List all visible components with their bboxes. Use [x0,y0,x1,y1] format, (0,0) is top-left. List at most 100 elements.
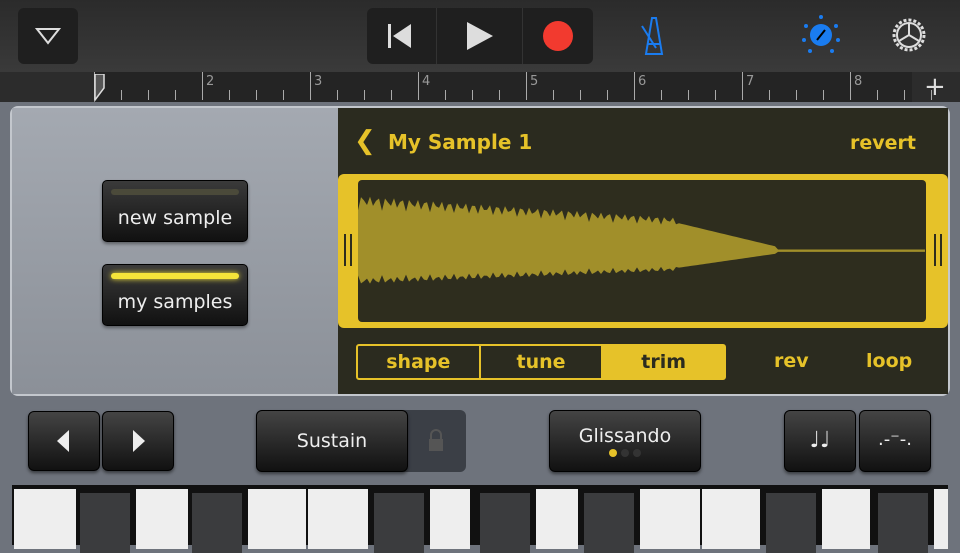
glissando-button[interactable]: Glissando [549,410,701,472]
black-key[interactable] [766,493,816,553]
white-key[interactable] [136,489,188,549]
ruler-tick [283,90,284,100]
my-samples-button[interactable]: my samples [102,264,248,326]
ruler-tick [580,90,581,100]
ruler-tick [310,72,311,100]
black-key[interactable] [192,493,242,553]
playhead-icon[interactable] [92,74,108,102]
white-key[interactable] [702,489,760,549]
sample-menu: new sample my samples [12,108,338,394]
menu-button[interactable] [18,8,78,64]
tab-trim[interactable]: trim [603,346,725,378]
timeline-ruler[interactable]: 2 3 4 5 6 7 8 + [0,72,960,102]
chevron-right-icon [133,430,145,452]
ruler-tick [445,90,446,100]
record-icon [543,21,573,51]
ruler-tick [877,90,878,100]
notes-icon: ♩♩ [809,428,831,453]
note-repeat-button[interactable]: ♩♩ [784,410,856,472]
ruler-tick [229,90,230,100]
ruler-tick [850,72,851,100]
black-key[interactable] [374,493,424,553]
toolbar [0,0,960,72]
tab-tune[interactable]: tune [481,346,604,378]
ruler-tick [607,90,608,100]
measure-number: 4 [422,74,431,89]
measure-number: 2 [206,74,215,89]
edit-mode-tabs: shape tune trim [356,344,726,380]
ruler-tick [769,90,770,100]
reverse-button[interactable]: rev [774,350,809,372]
lock-icon[interactable] [424,428,448,454]
sample-editor: ❮ My Sample 1 revert shape tune trim rev… [338,108,948,394]
measure-number: 8 [854,74,863,89]
arpeggiator-icon: .-⁻-. [878,429,912,450]
ruler-tick [337,90,338,100]
metronome-icon[interactable] [634,14,674,58]
white-key[interactable] [430,489,470,549]
black-key[interactable] [80,493,130,553]
tab-shape[interactable]: shape [358,346,481,378]
waveform-trim-region[interactable] [338,174,948,328]
ruler-tick [688,90,689,100]
gear-icon[interactable] [888,14,930,56]
triangle-down-icon [35,28,61,45]
white-key[interactable] [822,489,870,549]
measure-number: 3 [314,74,323,89]
ruler-tick [742,72,743,100]
ruler-tick [553,90,554,100]
revert-button[interactable]: revert [850,132,916,154]
ruler-tick [391,90,392,100]
new-sample-button[interactable]: new sample [102,180,248,242]
led-indicator [111,189,239,195]
ruler-tick [634,72,635,100]
white-key[interactable] [308,489,368,549]
sampler-panel: new sample my samples ❮ My Sample 1 reve… [10,106,950,396]
glissando-label: Glissando [578,425,672,447]
waveform-display [358,180,926,322]
knob-icon[interactable] [800,14,842,56]
black-key[interactable] [584,493,634,553]
trim-start-handle[interactable] [344,234,352,266]
add-section-button[interactable]: + [924,72,946,102]
rewind-button[interactable] [367,8,437,64]
ruler-tick [175,90,176,100]
ruler-tick [472,90,473,100]
measure-number: 7 [746,74,755,89]
transport [367,8,593,64]
octave-down-button[interactable] [28,411,100,471]
play-button[interactable] [438,8,523,64]
white-key[interactable] [640,489,700,549]
measure-number: 5 [530,74,539,89]
ruler-tick [121,90,122,100]
ruler-tick [256,90,257,100]
keyboard [12,485,948,553]
trim-end-handle[interactable] [934,234,942,266]
ruler-tick [823,90,824,100]
sustain-button[interactable]: Sustain [256,410,408,472]
black-key[interactable] [480,493,530,553]
octave-up-button[interactable] [102,411,174,471]
back-chevron-icon[interactable]: ❮ [354,126,376,156]
arpeggiator-button[interactable]: .-⁻-. [859,410,931,472]
ruler-tick [526,72,527,100]
sustain-group: Sustain [256,410,466,472]
white-key[interactable] [536,489,578,549]
loop-button[interactable]: loop [866,350,912,372]
ruler-tick [904,90,905,100]
black-key[interactable] [878,493,928,553]
record-button[interactable] [524,8,593,64]
white-key[interactable] [14,489,76,549]
ruler-tick [148,90,149,100]
waveform-path [358,196,925,284]
led-indicator [111,273,239,279]
ruler-tick [364,90,365,100]
ruler-strip[interactable]: 2 3 4 5 6 7 8 [94,72,932,102]
ruler-tick [499,90,500,100]
waveform [358,196,925,284]
skip-back-icon [388,24,411,48]
ruler-tick [418,72,419,100]
white-key[interactable] [934,489,948,549]
button-label: my samples [117,291,233,313]
white-key[interactable] [248,489,306,549]
